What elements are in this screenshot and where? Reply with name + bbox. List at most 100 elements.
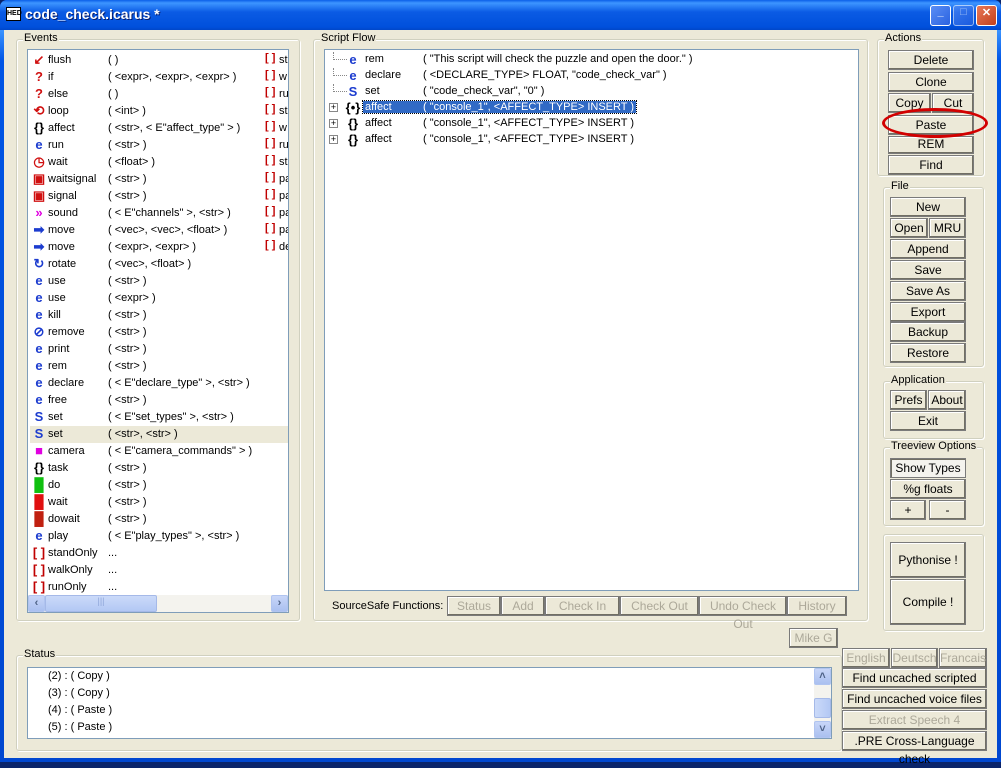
export-button[interactable]: Export bbox=[890, 302, 966, 322]
event-item[interactable]: ⟲ loop ( <int> ) [ ] st bbox=[30, 103, 288, 120]
event-item[interactable]: e rem ( <str> ) bbox=[30, 358, 288, 375]
event-item[interactable]: ↙ flush ( ) [ ] st bbox=[30, 52, 288, 69]
user-button[interactable]: Mike G bbox=[789, 628, 838, 648]
maximize-button[interactable]: □ bbox=[953, 5, 974, 26]
script-flow-item[interactable]: Sset( "code_check_var", "0" ) bbox=[325, 84, 855, 101]
prefs-button[interactable]: Prefs bbox=[890, 390, 927, 410]
compile-button[interactable]: Compile ! bbox=[890, 579, 966, 625]
event-item[interactable]: e use ( <str> ) bbox=[30, 273, 288, 290]
delete-button[interactable]: Delete bbox=[888, 50, 974, 70]
backup-button[interactable]: Backup bbox=[890, 322, 966, 342]
event-name: flush bbox=[48, 54, 72, 66]
event-item[interactable]: ? if ( <expr>, <expr>, <expr> ) [ ] w bbox=[30, 69, 288, 86]
event-item[interactable]: ◷ wait ( <float> ) [ ] st bbox=[30, 154, 288, 171]
script-flow-item[interactable]: e rem( "This script will check the puzzle… bbox=[325, 52, 855, 69]
event-item[interactable]: Sset ( <str>, <str> ) bbox=[30, 426, 288, 443]
mru-button[interactable]: MRU bbox=[929, 218, 966, 238]
event-item[interactable]: █ wait ( <str> ) bbox=[30, 494, 288, 511]
about-button[interactable]: About bbox=[928, 390, 966, 410]
sourcesafe-add-button[interactable]: Add bbox=[501, 596, 545, 616]
event-item[interactable]: [ ] walkOnly... bbox=[30, 562, 288, 579]
event-item[interactable]: e print ( <str> ) bbox=[30, 341, 288, 358]
event-item[interactable]: ➡move ( <vec>, <vec>, <float> ) [ ]pa bbox=[30, 222, 288, 239]
scroll-up-button[interactable]: ˄ bbox=[814, 668, 831, 685]
clone-button[interactable]: Clone bbox=[888, 72, 974, 92]
script-flow-item[interactable]: e declare( <DECLARE_TYPE> FLOAT, "code_ch… bbox=[325, 68, 855, 85]
open-button[interactable]: Open bbox=[890, 218, 928, 238]
scroll-down-button[interactable]: ˅ bbox=[814, 721, 831, 738]
copy-button[interactable]: Copy bbox=[888, 93, 931, 113]
event-item[interactable]: ▣signal ( <str> ) [ ]pa bbox=[30, 188, 288, 205]
exit-button[interactable]: Exit bbox=[890, 411, 966, 431]
sourcesafe-check-out-button[interactable]: Check Out bbox=[620, 596, 699, 616]
extract-speech-button[interactable]: Extract Speech 4 translation bbox=[842, 710, 987, 745]
event-item[interactable]: Sset ( < E"set_types" >, <str> ) bbox=[30, 409, 288, 426]
event-item[interactable]: {} task ( <str> ) bbox=[30, 460, 288, 477]
event-name: kill bbox=[48, 309, 61, 321]
save-as-button[interactable]: Save As bbox=[890, 281, 966, 301]
status-log[interactable]: (2) : ( Copy ) (3) : ( Copy ) (4) : ( Past… bbox=[27, 667, 832, 739]
scroll-right-button[interactable]: › bbox=[271, 595, 288, 612]
sourcesafe-status-button[interactable]: Status bbox=[447, 596, 501, 616]
sourcesafe-undo-check-out-button[interactable]: Undo Check Out bbox=[699, 596, 787, 631]
deutsch-button[interactable]: Deutsch bbox=[891, 648, 938, 668]
script-flow-item[interactable]: + {} affect( "console_1", <AFFECT_TYPE> IN… bbox=[325, 116, 855, 133]
expand-icon[interactable]: + bbox=[329, 103, 338, 112]
scroll-thumb[interactable]: ||| bbox=[45, 595, 157, 612]
paste-button[interactable]: Paste bbox=[888, 115, 974, 135]
event-item[interactable]: e play ( < E"play_types" >, <str> ) bbox=[30, 528, 288, 545]
save-button[interactable]: Save bbox=[890, 260, 966, 280]
sourcesafe-history-button[interactable]: History bbox=[787, 596, 847, 616]
event-item[interactable]: [ ] standOnly... bbox=[30, 545, 288, 562]
event-item[interactable]: e declare ( < E"declare_type" >, <str> ) bbox=[30, 375, 288, 392]
events-list[interactable]: ↙ flush( )[ ] st? if( <expr>, <expr>, <expr… bbox=[27, 49, 289, 613]
status-scroll-thumb[interactable] bbox=[814, 698, 831, 718]
pythonise-button[interactable]: Pythonise ! bbox=[890, 542, 966, 578]
event-item[interactable]: ➡move ( <expr>, <expr> ) [ ]de bbox=[30, 239, 288, 256]
event-item[interactable]: e use ( <expr> ) bbox=[30, 290, 288, 307]
event-item[interactable]: ■ camera ( < E"camera_commands" > ) bbox=[30, 443, 288, 460]
event-item[interactable]: » sound ( < E"channels" >, <str> ) [ ]pa bbox=[30, 205, 288, 222]
window-title: code_check.icarus * bbox=[25, 6, 160, 22]
script-flow-item[interactable]: + {} affect( "console_1", <AFFECT_TYPE> IN… bbox=[325, 132, 855, 149]
find-button[interactable]: Find bbox=[888, 155, 974, 175]
francais-button[interactable]: Francais bbox=[939, 648, 987, 668]
expand-icon[interactable]: + bbox=[329, 135, 338, 144]
script-flow-item[interactable]: + {•} affect( "console_1", <AFFECT_TYPE> I… bbox=[325, 100, 855, 117]
event-item[interactable]: {} affect ( <str>, < E"affect_type" > ) [ ]… bbox=[30, 120, 288, 137]
cut-button[interactable]: Cut bbox=[932, 93, 974, 113]
event-args: ( <str> ) bbox=[108, 139, 147, 151]
event-item[interactable]: █ dowait ( <str> ) bbox=[30, 511, 288, 528]
expand-all-button[interactable]: + bbox=[890, 500, 926, 520]
english-button[interactable]: English bbox=[842, 648, 890, 668]
g-floats-button[interactable]: %g floats bbox=[890, 479, 966, 499]
event-item[interactable]: e free ( <str> ) bbox=[30, 392, 288, 409]
restore-button[interactable]: Restore bbox=[890, 343, 966, 363]
event-item[interactable]: ↻ rotate ( <vec>, <float> ) bbox=[30, 256, 288, 273]
rem-button[interactable]: REM bbox=[888, 136, 974, 154]
events-hscrollbar[interactable]: ‹ ||| › bbox=[28, 595, 288, 612]
find-uncached-audio-button[interactable]: Find uncached scripted audio bbox=[842, 668, 987, 703]
new-button[interactable]: New bbox=[890, 197, 966, 217]
scroll-left-button[interactable]: ‹ bbox=[28, 595, 45, 612]
event-item[interactable]: ▣waitsignal ( <str> ) [ ]pa bbox=[30, 171, 288, 188]
event-item[interactable]: e kill ( <str> ) bbox=[30, 307, 288, 324]
event-item[interactable]: ⊘ remove ( <str> ) bbox=[30, 324, 288, 341]
script-flow-text: declare( <DECLARE_TYPE> FLOAT, "code_che… bbox=[365, 69, 667, 81]
append-button[interactable]: Append bbox=[890, 239, 966, 259]
find-uncached-voice-button[interactable]: Find uncached voice files bbox=[842, 689, 987, 709]
pre-cross-language-check-button[interactable]: .PRE Cross-Language check bbox=[842, 731, 987, 766]
script-flow-tree[interactable]: e rem( "This script will check the puzzle… bbox=[324, 49, 859, 591]
show-types-toggle[interactable]: Show Types bbox=[890, 458, 966, 478]
expand-icon[interactable]: + bbox=[329, 119, 338, 128]
event-item[interactable]: [ ] runOnly... bbox=[30, 579, 288, 596]
status-vscrollbar[interactable]: ˄ ˅ bbox=[814, 668, 831, 738]
script-flow-group: Script Flow e rem( "This script will chec… bbox=[313, 32, 868, 631]
collapse-all-button[interactable]: - bbox=[929, 500, 966, 520]
event-item[interactable]: █ do ( <str> ) bbox=[30, 477, 288, 494]
sourcesafe-check-in-button[interactable]: Check In bbox=[545, 596, 620, 616]
event-item[interactable]: ? else ( ) [ ] ru bbox=[30, 86, 288, 103]
close-button[interactable]: ✕ bbox=[976, 5, 997, 26]
minimize-button[interactable]: _ bbox=[930, 5, 951, 26]
event-item[interactable]: e run ( <str> ) [ ] ru bbox=[30, 137, 288, 154]
